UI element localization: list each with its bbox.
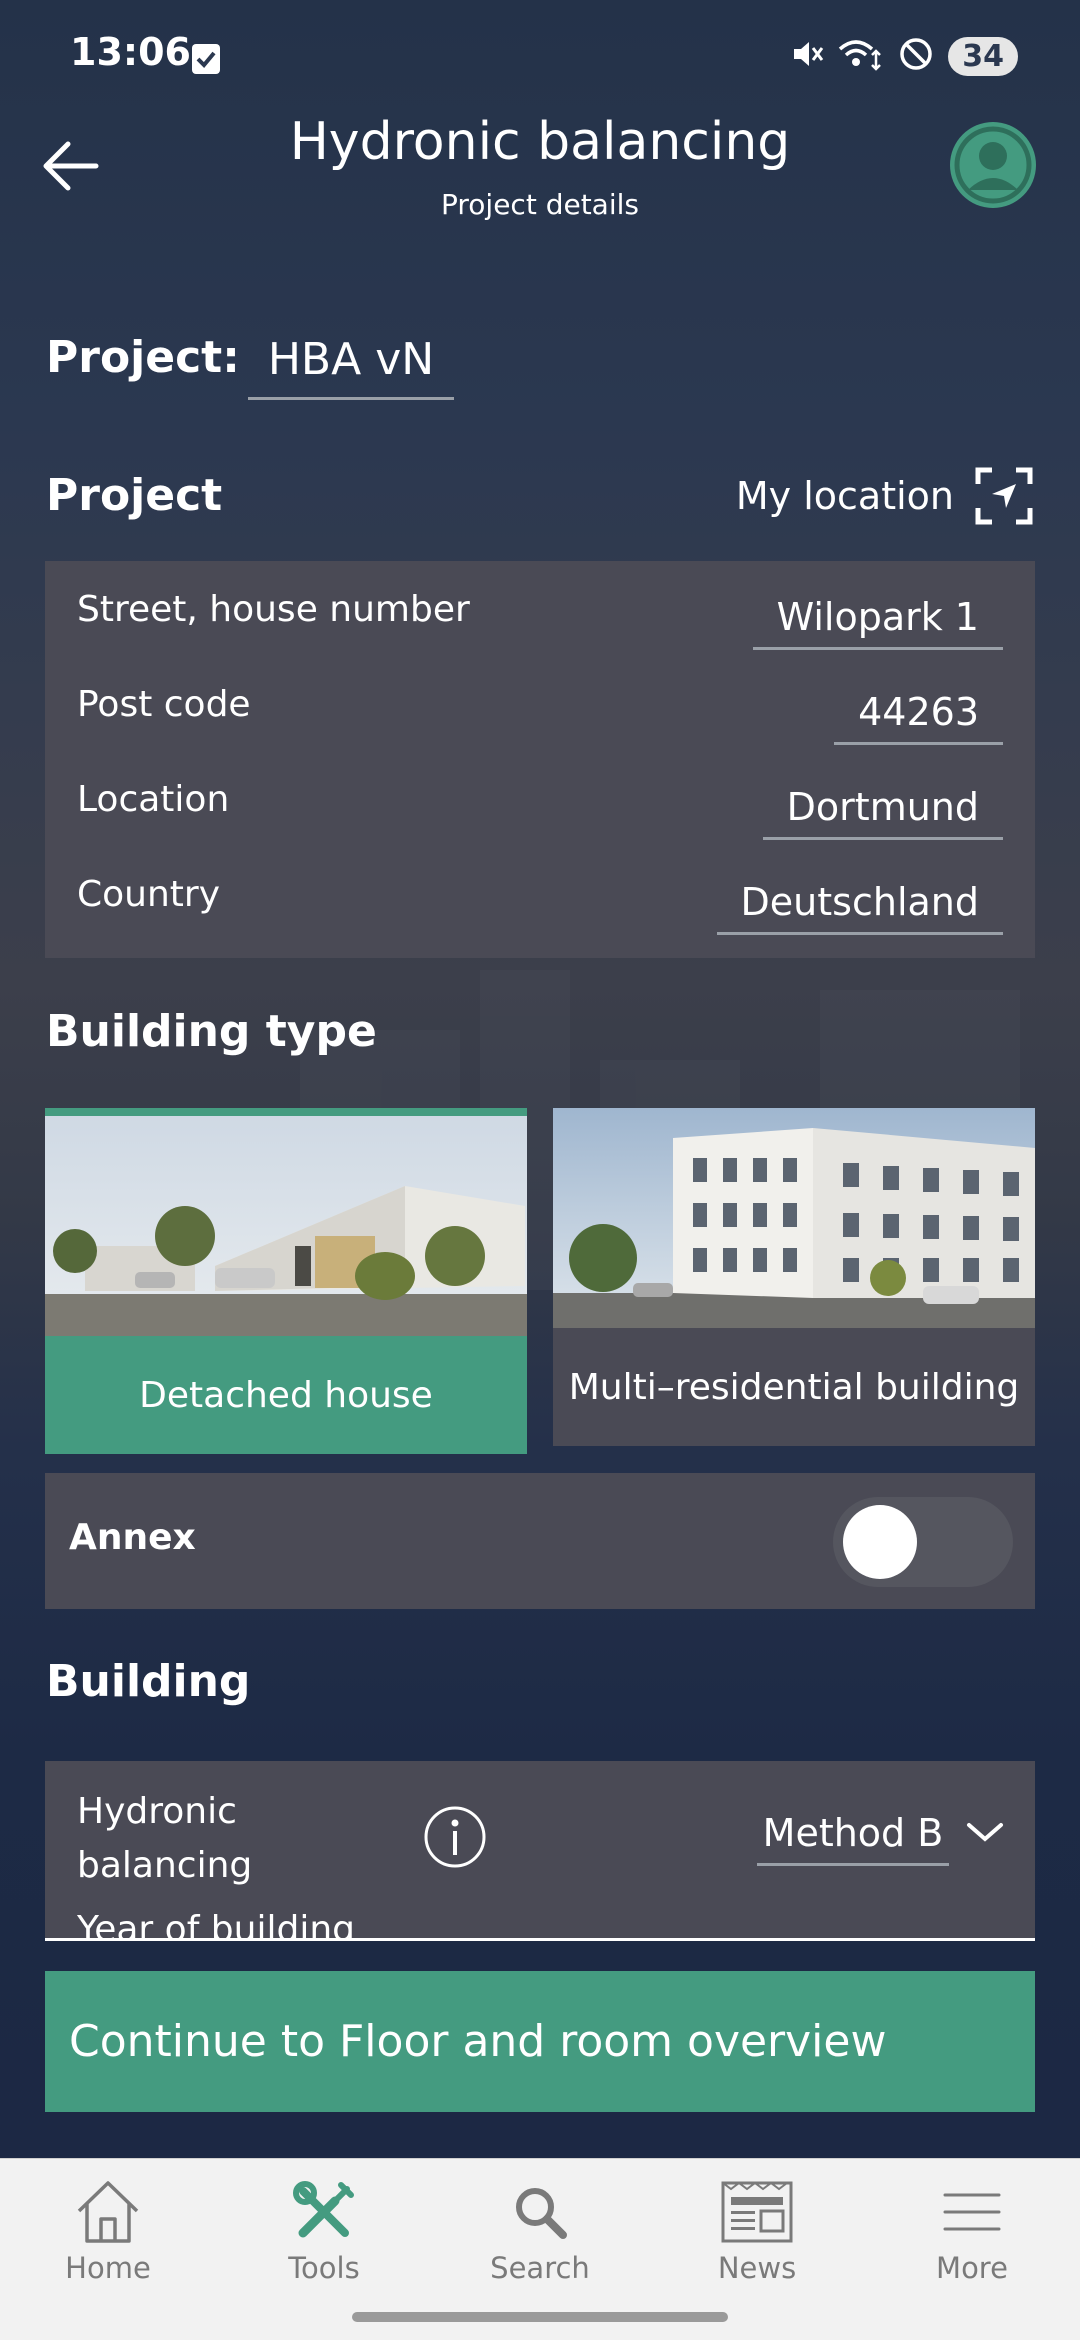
user-avatar-icon[interactable] bbox=[950, 122, 1036, 208]
building-card: Hydronic balancing Method B Year of buil… bbox=[45, 1761, 1035, 1941]
search-icon bbox=[516, 2188, 567, 2239]
street-row: Street, house number Wilopark 1 bbox=[45, 577, 1035, 671]
nav-tools[interactable]: Tools bbox=[244, 2177, 404, 2297]
nav-search-label: Search bbox=[490, 2251, 590, 2285]
country-label: Country bbox=[77, 874, 221, 915]
home-icon bbox=[77, 2181, 139, 2243]
project-section-title: Project bbox=[46, 470, 223, 521]
my-location-button[interactable]: My location bbox=[736, 466, 1034, 526]
home-indicator[interactable] bbox=[352, 2312, 728, 2322]
nav-tools-label: Tools bbox=[288, 2251, 360, 2285]
page-title: Hydronic balancing bbox=[289, 112, 791, 172]
post-code-input[interactable]: 44263 bbox=[834, 690, 1003, 745]
method-select-value: Method B bbox=[757, 1811, 949, 1866]
news-icon bbox=[721, 2181, 793, 2243]
address-card: Street, house number Wilopark 1 Post cod… bbox=[45, 561, 1035, 958]
nav-home-label: Home bbox=[65, 2251, 151, 2285]
method-select[interactable]: Method B bbox=[757, 1811, 1007, 1873]
detached-house-image bbox=[45, 1116, 527, 1336]
street-label: Street, house number bbox=[77, 589, 470, 630]
street-input[interactable]: Wilopark 1 bbox=[752, 595, 1003, 650]
detached-house-option[interactable]: Detached house bbox=[45, 1108, 527, 1454]
page-subtitle: Project details bbox=[441, 188, 639, 221]
location-input[interactable]: Dortmund bbox=[762, 785, 1003, 840]
building-section-title: Building bbox=[46, 1656, 251, 1707]
info-icon[interactable] bbox=[423, 1805, 487, 1869]
annex-card: Annex bbox=[45, 1473, 1035, 1609]
country-input[interactable]: Deutschland bbox=[716, 880, 1003, 935]
hydronic-balancing-label: Hydronic balancing bbox=[77, 1791, 253, 1886]
nav-news-label: News bbox=[717, 2251, 797, 2285]
battery-icon: 34 bbox=[948, 36, 1018, 76]
nav-search[interactable]: Search bbox=[460, 2177, 620, 2297]
wifi-data-icon bbox=[838, 37, 884, 75]
multi-residential-image bbox=[553, 1108, 1035, 1328]
annex-label: Annex bbox=[69, 1517, 196, 1558]
annex-toggle-knob bbox=[843, 1505, 917, 1579]
check-square-icon bbox=[192, 44, 220, 74]
continue-button[interactable]: Continue to Floor and room overview bbox=[45, 1971, 1035, 2112]
nav-news[interactable]: News bbox=[677, 2177, 837, 2297]
menu-icon bbox=[943, 2193, 1001, 2231]
post-code-label: Post code bbox=[77, 684, 251, 725]
location-row: Location Dortmund bbox=[45, 767, 1035, 861]
do-not-disturb-icon bbox=[898, 36, 934, 76]
mute-icon bbox=[790, 37, 824, 75]
my-location-label: My location bbox=[735, 474, 954, 518]
year-of-building-label: Year of building bbox=[77, 1909, 355, 1941]
multi-residential-option[interactable]: Multi–residential building bbox=[553, 1108, 1035, 1446]
status-icons: 34 bbox=[790, 36, 1018, 76]
project-name-label: Project: bbox=[46, 332, 240, 383]
annex-toggle[interactable] bbox=[833, 1497, 1013, 1587]
chevron-down-icon bbox=[967, 1823, 1003, 1842]
country-row: Country Deutschland bbox=[45, 862, 1035, 956]
nav-more[interactable]: More bbox=[892, 2177, 1052, 2297]
building-type-title: Building type bbox=[46, 1006, 377, 1057]
project-name-input[interactable]: HBA vN bbox=[248, 330, 454, 400]
tools-icon bbox=[293, 2181, 354, 2238]
location-scan-icon bbox=[975, 467, 1033, 525]
location-label: Location bbox=[77, 779, 230, 820]
nav-more-label: More bbox=[936, 2251, 1008, 2285]
status-bar: 13:06 34 bbox=[0, 0, 1080, 120]
post-code-row: Post code 44263 bbox=[45, 672, 1035, 766]
nav-home[interactable]: Home bbox=[28, 2177, 188, 2297]
multi-residential-label: Multi–residential building bbox=[553, 1328, 1035, 1446]
status-time: 13:06 bbox=[70, 30, 191, 74]
detached-house-label: Detached house bbox=[45, 1336, 527, 1454]
